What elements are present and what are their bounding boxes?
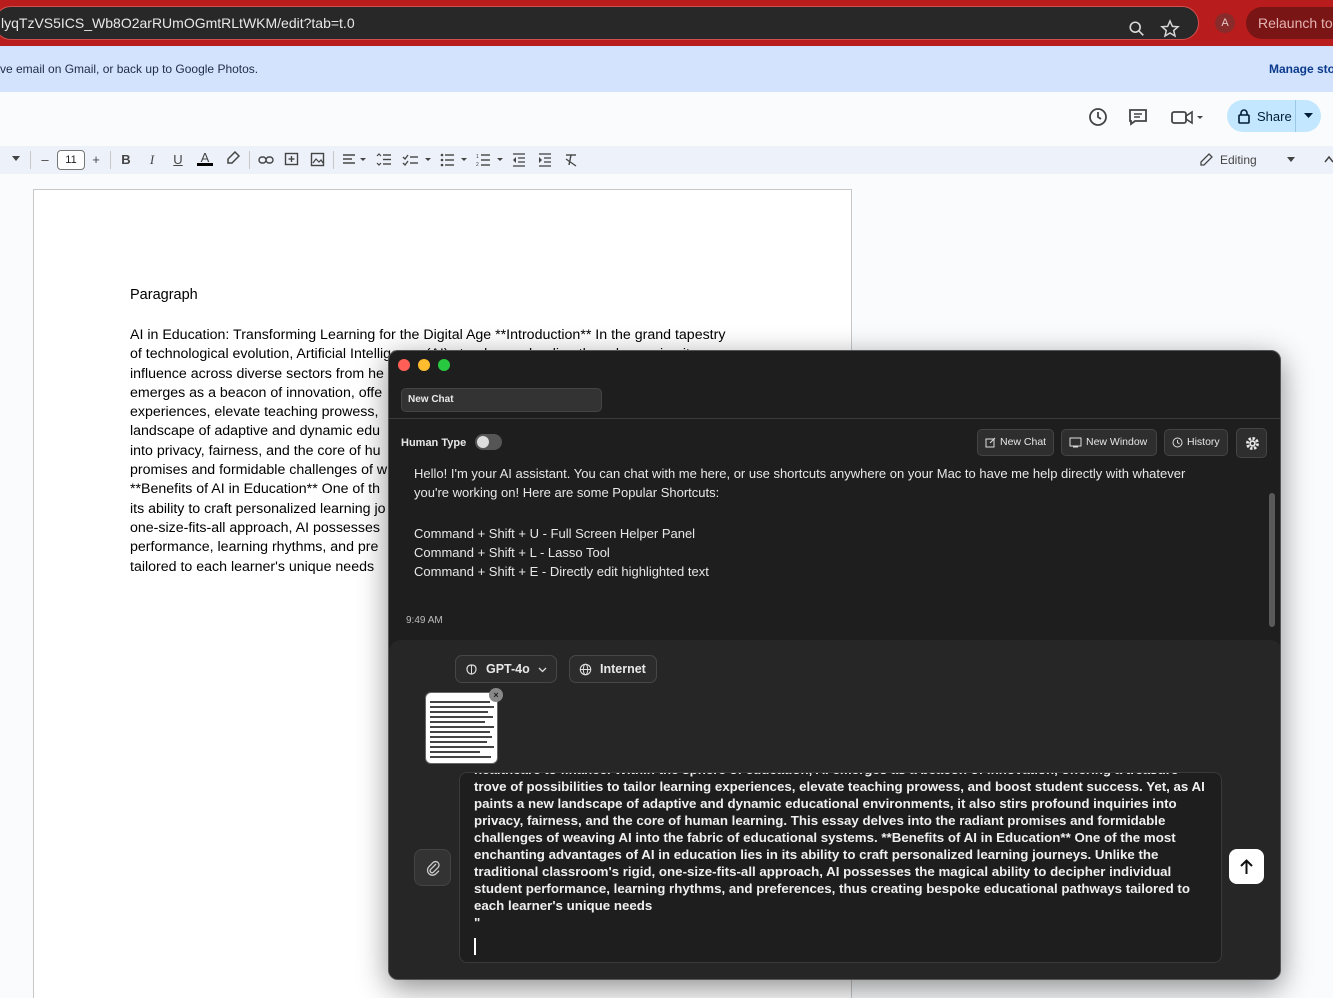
- gear-icon: [1246, 437, 1259, 450]
- settings-button[interactable]: [1236, 428, 1267, 458]
- editing-mode-label: Editing: [1220, 153, 1257, 167]
- chevron-down-icon: [538, 667, 547, 673]
- history-icon: [1172, 437, 1183, 448]
- clear-formatting-icon[interactable]: [564, 153, 578, 167]
- font-size-input[interactable]: 11: [57, 150, 85, 170]
- collapse-menu-icon[interactable]: [1324, 155, 1333, 163]
- send-button[interactable]: [1229, 849, 1264, 884]
- checklist-icon[interactable]: [402, 153, 432, 167]
- bold-button[interactable]: B: [119, 152, 133, 168]
- line-spacing-icon[interactable]: [376, 152, 392, 167]
- font-size-decrease[interactable]: –: [38, 152, 52, 168]
- align-left-icon[interactable]: [342, 153, 366, 167]
- toolbar-divider: [110, 151, 111, 169]
- manage-storage-link[interactable]: Manage stor: [1269, 62, 1333, 76]
- lock-icon: [1238, 109, 1250, 124]
- chevron-down-icon: [1287, 157, 1295, 162]
- version-history-icon[interactable]: [1087, 106, 1109, 128]
- history-label: History: [1187, 436, 1220, 448]
- bulleted-list-icon[interactable]: [440, 153, 470, 167]
- human-type-label: Human Type: [401, 437, 467, 449]
- shortcut-item: Command + Shift + E - Directly edit high…: [414, 564, 709, 580]
- toolbar-divider: [333, 151, 334, 169]
- docs-header: [0, 92, 1333, 140]
- message-timestamp: 9:49 AM: [406, 615, 443, 626]
- increase-indent-icon[interactable]: [538, 153, 552, 167]
- shortcut-item: Command + Shift + L - Lasso Tool: [414, 544, 610, 560]
- doc-line: AI in Education: Transforming Learning f…: [130, 327, 726, 343]
- zoom-window-button[interactable]: [438, 359, 450, 371]
- toolbar-divider: [30, 151, 31, 169]
- text-caret: [474, 938, 476, 955]
- model-selector[interactable]: GPT-4o: [455, 655, 557, 683]
- shortcut-item: Command + Shift + U - Full Screen Helper…: [414, 525, 696, 541]
- internet-toggle[interactable]: Internet: [569, 655, 657, 683]
- svg-text:1: 1: [476, 154, 479, 160]
- message-input-text: healthcare to finance. Within the sphere…: [474, 773, 1205, 930]
- minimize-window-button[interactable]: [418, 359, 430, 371]
- profile-avatar[interactable]: A: [1215, 13, 1235, 33]
- toolbar-divider: [249, 151, 250, 169]
- zoom-icon[interactable]: [1128, 20, 1146, 38]
- brain-icon: [466, 664, 477, 675]
- divider: [389, 418, 1280, 419]
- new-chat-button[interactable]: New Chat: [977, 429, 1054, 456]
- insert-image-icon[interactable]: [310, 152, 325, 167]
- numbered-list-icon[interactable]: 12: [476, 153, 506, 167]
- banner-text: ve email on Gmail, or back up to Google …: [0, 62, 259, 76]
- model-label: GPT-4o: [486, 662, 530, 676]
- highlight-pen-icon[interactable]: [226, 151, 240, 167]
- human-type-toggle[interactable]: [475, 434, 502, 450]
- address-bar[interactable]: lyqTzVS5ICS_Wb8O2arRUmOGmtRLtWKM/edit?ta…: [0, 6, 1199, 40]
- new-window-button[interactable]: New Window: [1061, 429, 1157, 456]
- attached-screenshot-thumbnail[interactable]: [425, 692, 498, 764]
- bookmark-star-icon[interactable]: [1160, 19, 1180, 39]
- message-intro: Hello! I'm your AI assistant. You can ch…: [414, 466, 1186, 501]
- remove-attachment-button[interactable]: ×: [489, 688, 503, 702]
- browser-toolbar: lyqTzVS5ICS_Wb8O2arRUmOGmtRLtWKM/edit?ta…: [0, 0, 1333, 46]
- insert-comment-icon[interactable]: [284, 152, 299, 167]
- history-button[interactable]: History: [1164, 429, 1228, 456]
- share-button[interactable]: Share: [1227, 100, 1321, 132]
- chat-scrollbar[interactable]: [1269, 493, 1275, 627]
- new-chat-label: New Chat: [1000, 436, 1047, 448]
- zoom-dropdown-icon[interactable]: [12, 156, 20, 162]
- comments-icon[interactable]: [1127, 106, 1149, 128]
- underline-button[interactable]: U: [171, 152, 185, 168]
- globe-icon: [579, 663, 592, 676]
- doc-heading: Paragraph: [130, 287, 198, 303]
- meet-video-icon[interactable]: [1170, 106, 1206, 128]
- internet-label: Internet: [600, 662, 646, 676]
- compose-icon: [985, 437, 996, 448]
- editing-mode-dropdown[interactable]: Editing: [1196, 150, 1306, 170]
- compose-panel: GPT-4o Internet × healthcare to fina: [389, 640, 1280, 979]
- toggle-knob: [477, 436, 489, 448]
- font-size-increase[interactable]: +: [89, 152, 103, 168]
- close-window-button[interactable]: [398, 359, 410, 371]
- share-divider: [1295, 100, 1296, 132]
- message-input[interactable]: healthcare to finance. Within the sphere…: [459, 772, 1222, 963]
- chat-title-field[interactable]: New Chat: [401, 388, 602, 412]
- share-dropdown-icon[interactable]: [1304, 113, 1313, 119]
- ai-chat-window: New Chat Human Type New Chat New Window …: [388, 350, 1281, 980]
- italic-button[interactable]: I: [145, 152, 159, 168]
- window-icon: [1069, 437, 1082, 448]
- pencil-icon: [1200, 153, 1213, 166]
- insert-link-icon[interactable]: [258, 153, 274, 167]
- share-label: Share: [1257, 109, 1292, 124]
- paperclip-icon: [426, 860, 440, 876]
- new-window-label: New Window: [1086, 436, 1148, 448]
- svg-text:2: 2: [476, 162, 479, 167]
- assistant-message: Hello! I'm your AI assistant. You can ch…: [414, 464, 1194, 581]
- arrow-up-icon: [1240, 859, 1253, 874]
- attach-file-button[interactable]: [414, 849, 451, 886]
- address-url[interactable]: lyqTzVS5ICS_Wb8O2arRUmOGmtRLtWKM/edit?ta…: [1, 15, 355, 31]
- text-color-button[interactable]: A: [197, 150, 213, 166]
- decrease-indent-icon[interactable]: [512, 153, 526, 167]
- storage-banner: ve email on Gmail, or back up to Google …: [0, 46, 1333, 92]
- relaunch-button[interactable]: Relaunch to: [1246, 7, 1333, 39]
